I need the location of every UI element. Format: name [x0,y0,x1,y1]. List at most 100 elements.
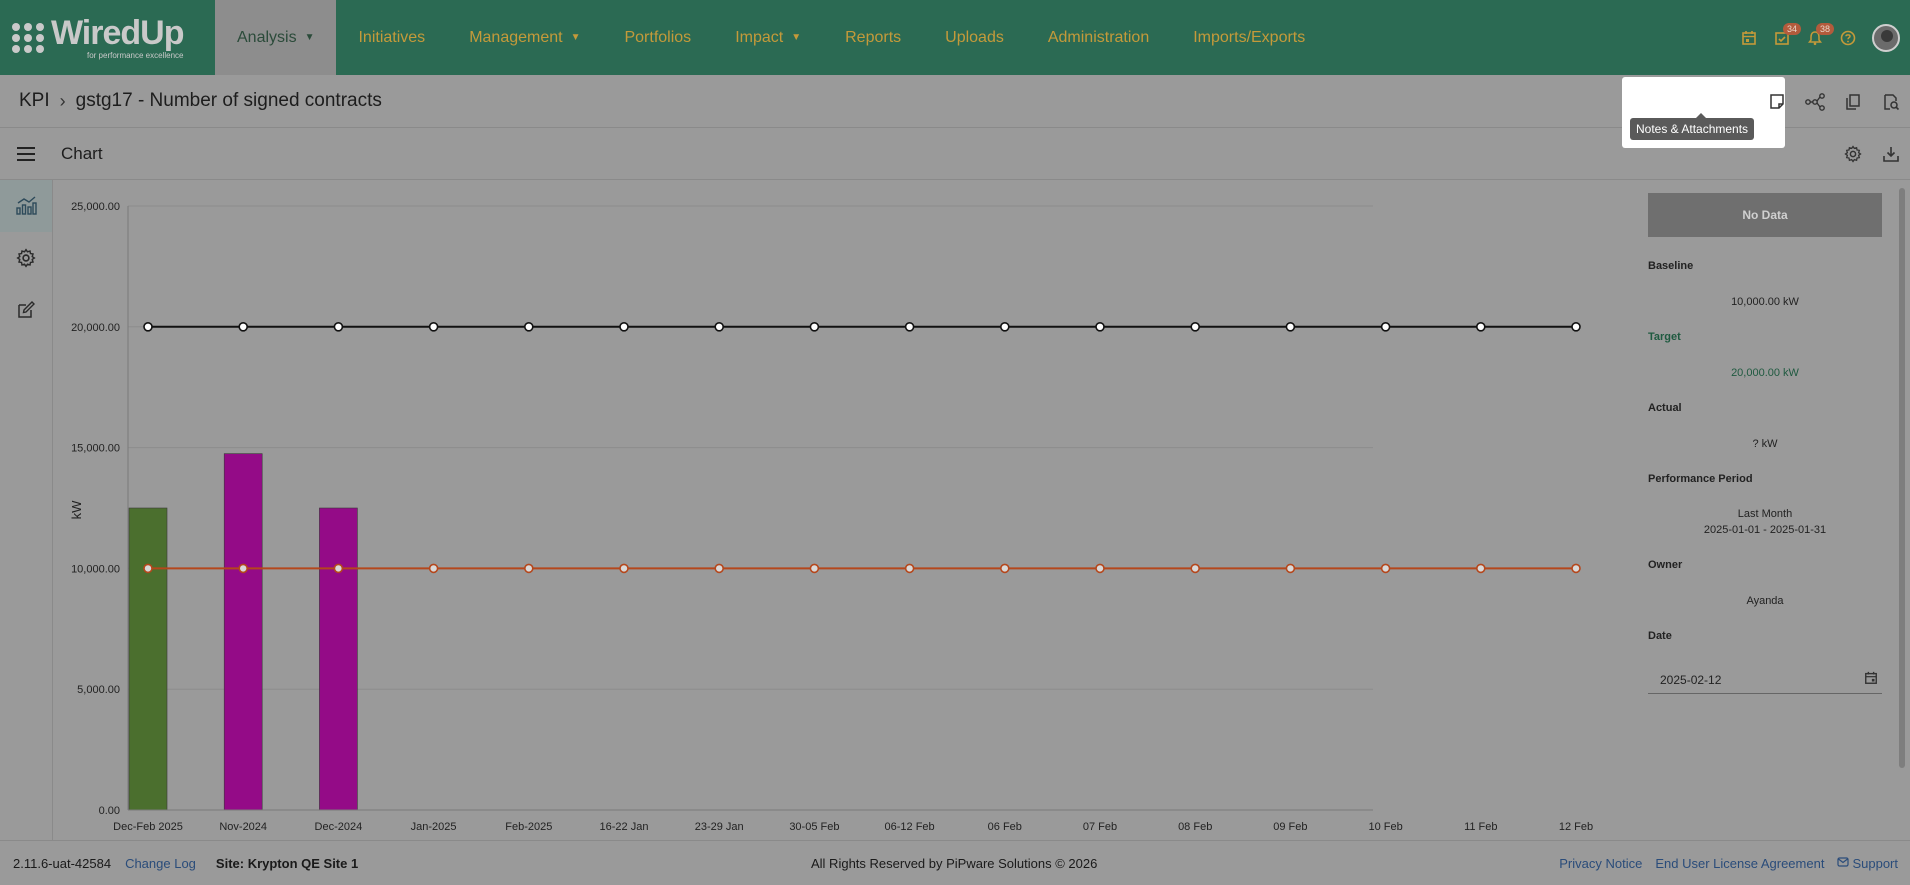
notes-icon[interactable] [1758,83,1796,121]
left-rail [0,180,53,840]
support-label: Support [1852,855,1898,871]
nav-item-management[interactable]: Management ▼ [447,0,602,75]
top-nav: WiredUp for performance excellence Analy… [0,0,1910,75]
y-tick-label: 5,000.00 [77,684,120,696]
chart-view-icon[interactable] [0,180,52,232]
search-document-icon[interactable] [1872,83,1910,121]
data-point [1190,563,1200,574]
nav-label: Portfolios [624,28,692,46]
x-tick-label: 12 Feb [1559,821,1593,833]
bar [223,453,263,811]
x-tick-label: 09 Feb [1273,821,1307,833]
data-point [1476,563,1486,574]
site-name: Site: Krypton QE Site 1 [215,855,359,871]
kpi-side-panel: No Data Baseline 10,000.00 kW Target 20,… [1648,193,1882,694]
kpi-chart: 0.00 5,000.00 10,000.00 15,000.00 20,000.00 2… [69,201,1593,833]
copyright: All Rights Reserved by PiPware Solutions… [811,855,1098,871]
data-point [428,563,439,574]
actual-value: ? kW [1752,438,1778,450]
y-tick-label: 20,000.00 [71,322,120,334]
bell-icon[interactable]: 38 [1798,21,1835,54]
footer: 2.11.6-uat-42584 Change Log Site: Krypto… [0,840,1910,885]
breadcrumb-root[interactable]: KPI [19,90,50,112]
x-tick-label: Feb-2025 [505,821,552,833]
nav-item-initiatives[interactable]: Initiatives [336,0,447,75]
y-tick-label: 10,000.00 [71,563,120,575]
panel-scrollbar[interactable] [1899,188,1905,768]
caret-down-icon: ▼ [304,32,315,43]
nav-item-analysis[interactable]: Analysis ▼ [215,0,337,75]
header-toolbar [1758,75,1910,128]
support-link[interactable]: Support [1837,856,1898,871]
settings-gear-icon[interactable] [1834,135,1872,173]
nav-label: Analysis [237,28,297,46]
data-point [143,563,153,574]
y-tick-label: 25,000.00 [71,201,120,213]
data-point [1476,322,1486,332]
help-icon[interactable] [1831,21,1864,54]
data-point [1571,563,1581,574]
caret-down-icon: ▼ [570,32,581,43]
network-icon[interactable] [1796,83,1834,121]
actual-label: Actual [1648,402,1682,414]
x-tick-label: 10 Feb [1368,821,1402,833]
owner-value: Ayanda [1746,595,1784,607]
data-point [999,563,1010,574]
data-point [904,563,915,574]
data-point [523,322,534,332]
nav-label: Reports [845,28,902,46]
privacy-link[interactable]: Privacy Notice [1559,856,1642,871]
period-name: Last Month [1737,508,1793,520]
hamburger-menu-icon[interactable] [0,146,52,161]
bar [319,507,358,811]
data-point [1571,322,1581,332]
section-title: Chart [61,143,103,163]
brand-logo[interactable]: WiredUp for performance excellence [0,0,215,75]
x-tick-label: 06-12 Feb [885,821,935,833]
data-point [333,563,344,574]
x-tick-label: Jan-2025 [411,821,457,833]
data-point [619,322,629,332]
nav-item-administration[interactable]: Administration [1026,0,1171,75]
edit-icon[interactable] [0,284,52,336]
data-point [1095,322,1105,332]
target-value: 20,000.00 kW [1731,367,1799,379]
nav-label: Impact [735,28,784,46]
x-tick-label: Dec-Feb 2025 [113,821,183,833]
copy-icon[interactable] [1834,83,1872,121]
calendar-picker-icon[interactable] [1864,671,1878,688]
x-tick-label: 16-22 Jan [600,821,649,833]
eula-link[interactable]: End User License Agreement [1655,856,1824,871]
x-tick-label: 23-29 Jan [695,821,744,833]
x-tick-label: Dec-2024 [315,821,363,833]
tasks-icon[interactable]: 34 [1765,21,1802,54]
nav-item-portfolios[interactable]: Portfolios [602,0,713,75]
download-icon[interactable] [1872,135,1910,173]
period-range: 2025-01-01 - 2025-01-31 [1703,524,1827,536]
x-tick-label: 06 Feb [988,821,1022,833]
x-tick-label: 07 Feb [1083,821,1117,833]
changelog-link[interactable]: Change Log [125,856,196,871]
nav-item-imports-exports[interactable]: Imports/Exports [1171,0,1327,75]
date-input[interactable]: 2025-02-12 [1648,666,1882,694]
nav-label: Uploads [945,28,1004,46]
user-avatar[interactable] [1872,23,1900,52]
y-tick-label: 0.00 [99,805,120,817]
data-point [809,322,820,332]
y-axis-label: kW [69,500,84,520]
support-icon [1837,856,1850,871]
period-label: Performance Period [1648,473,1753,485]
nav-item-impact[interactable]: Impact ▼ [713,0,823,75]
nav-item-uploads[interactable]: Uploads [923,0,1026,75]
settings-gear-icon[interactable] [0,232,52,284]
owner-label: Owner [1648,559,1683,571]
nav-item-reports[interactable]: Reports [823,0,923,75]
x-tick-label: 08 Feb [1178,821,1212,833]
data-point [619,563,629,574]
target-label: Target [1648,331,1681,343]
brand-name: WiredUp [51,13,184,52]
data-point [1190,322,1200,332]
calendar-icon[interactable] [1732,21,1765,54]
data-point [333,322,344,332]
data-point [1285,322,1296,332]
